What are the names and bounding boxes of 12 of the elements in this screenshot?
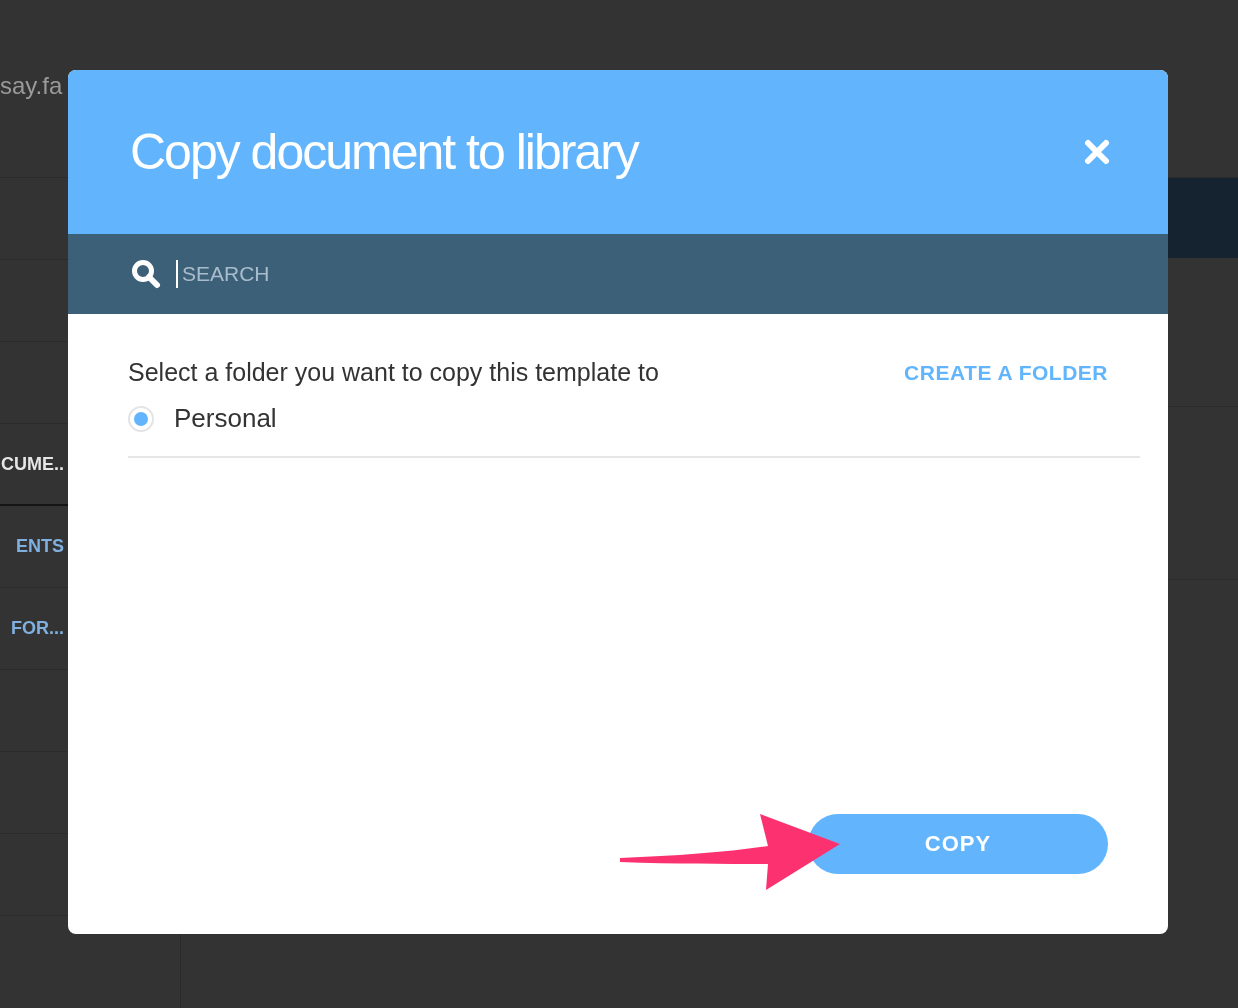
sidebar-item[interactable]: FOR... [0, 618, 64, 639]
close-button[interactable] [1084, 139, 1110, 165]
sidebar-item[interactable]: CUME.. [0, 453, 64, 475]
sidebar-item[interactable]: ENTS [0, 536, 64, 557]
search-field[interactable]: SEARCH [176, 260, 586, 288]
close-icon [1084, 139, 1110, 165]
instruction-text: Select a folder you want to copy this template to [128, 358, 659, 387]
search-icon [130, 258, 162, 290]
page-title: say.fa [0, 72, 63, 99]
folder-label: Personal [174, 403, 277, 434]
radio-button[interactable] [128, 405, 154, 432]
dialog-title: Copy document to library [130, 123, 638, 181]
